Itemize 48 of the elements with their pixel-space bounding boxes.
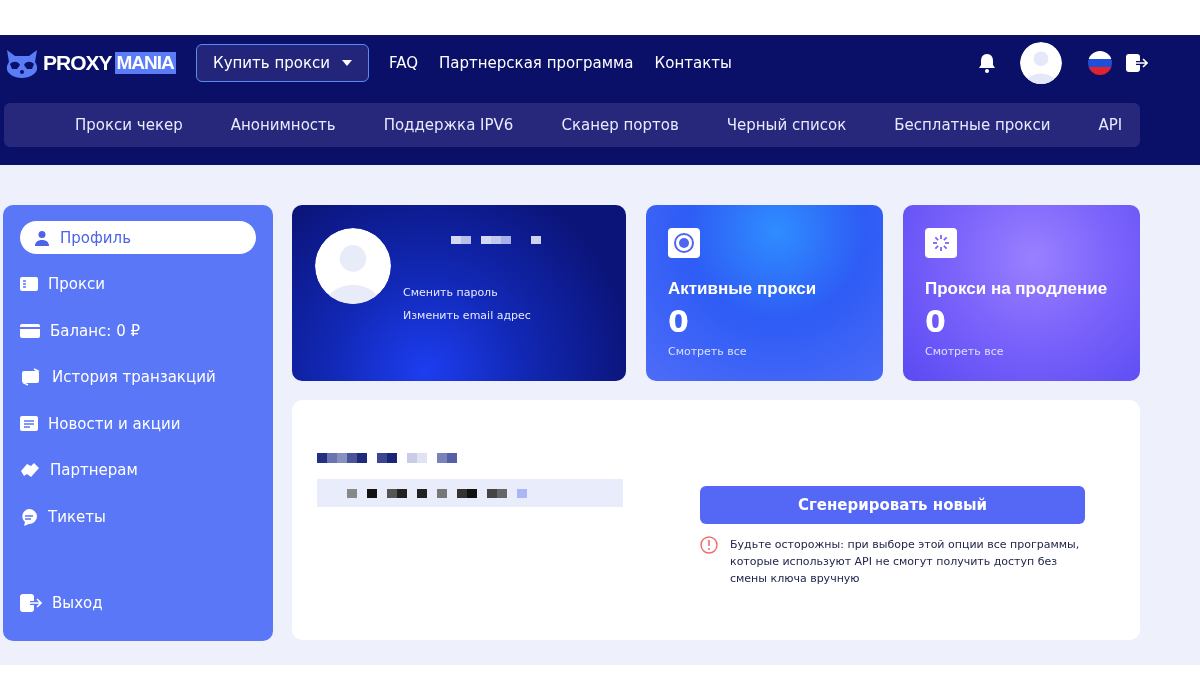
stat-title: Прокси на продление: [925, 278, 1108, 300]
header-link[interactable]: Контакты: [654, 53, 732, 72]
news-icon: [20, 416, 38, 431]
nav-link[interactable]: Черный список: [726, 116, 847, 134]
logout-icon: [20, 593, 42, 612]
api-key-field[interactable]: [317, 479, 623, 507]
nav-link[interactable]: Сканер портов: [561, 116, 679, 134]
russia-flag-icon[interactable]: [1088, 50, 1112, 75]
profile-link[interactable]: Сменить пароль: [403, 286, 541, 299]
nav-link[interactable]: Прокси чекер: [75, 116, 183, 134]
warning-icon: [700, 536, 718, 554]
server-icon: [20, 277, 38, 291]
stat-title: Активные прокси: [668, 278, 817, 300]
stat-count: 0: [925, 304, 947, 339]
view-all-link[interactable]: Смотреть все: [668, 345, 861, 358]
exchange-icon: [20, 368, 42, 386]
nav-link[interactable]: Анонимность: [230, 116, 336, 134]
nav-link[interactable]: API: [1098, 116, 1123, 134]
nav-link[interactable]: Поддержка IPV6: [383, 116, 514, 134]
header-link[interactable]: FAQ: [389, 53, 419, 72]
stat-count: 0: [668, 304, 690, 339]
sidebar-item[interactable]: Прокси: [20, 267, 256, 301]
buy-proxy-dropdown[interactable]: Купить прокси: [196, 43, 369, 82]
target-icon: [668, 228, 700, 258]
sidebar-item[interactable]: Тикеты: [20, 500, 256, 533]
logout-icon[interactable]: [1126, 53, 1148, 72]
sidebar-item[interactable]: История транзакций: [20, 360, 256, 394]
caret-icon: [342, 59, 352, 66]
profile-link[interactable]: Изменить email адрес: [403, 309, 541, 322]
logo-text: PROXY: [43, 50, 112, 75]
avatar-icon: [1020, 41, 1062, 84]
view-all-link[interactable]: Смотреть все: [925, 345, 1118, 358]
logo-text: MANIA: [114, 51, 176, 74]
nav-link[interactable]: Бесплатные прокси: [894, 116, 1051, 134]
sidebar-item[interactable]: Профиль: [20, 221, 256, 254]
warning-text: Будьте осторожны: при выборе этой опции все программы, которые используют API не смогут получить доступ без смены ключа вручную: [730, 537, 1081, 587]
logout-link[interactable]: Выход: [20, 586, 256, 619]
bell-icon[interactable]: [978, 52, 996, 73]
sidebar-item[interactable]: Баланс: 0 ₽: [20, 314, 256, 347]
user-icon: [34, 229, 50, 246]
card-icon: [20, 323, 40, 338]
generate-button[interactable]: Сгенерировать новый: [700, 486, 1085, 524]
sidebar-item[interactable]: Партнерам: [20, 453, 256, 487]
chat-icon: [20, 507, 38, 526]
sidebar-item[interactable]: Новости и акции: [20, 407, 256, 440]
profile-avatar-icon: [315, 228, 391, 304]
spinner-icon: [925, 228, 957, 258]
header-link[interactable]: Партнерская программа: [439, 53, 634, 72]
